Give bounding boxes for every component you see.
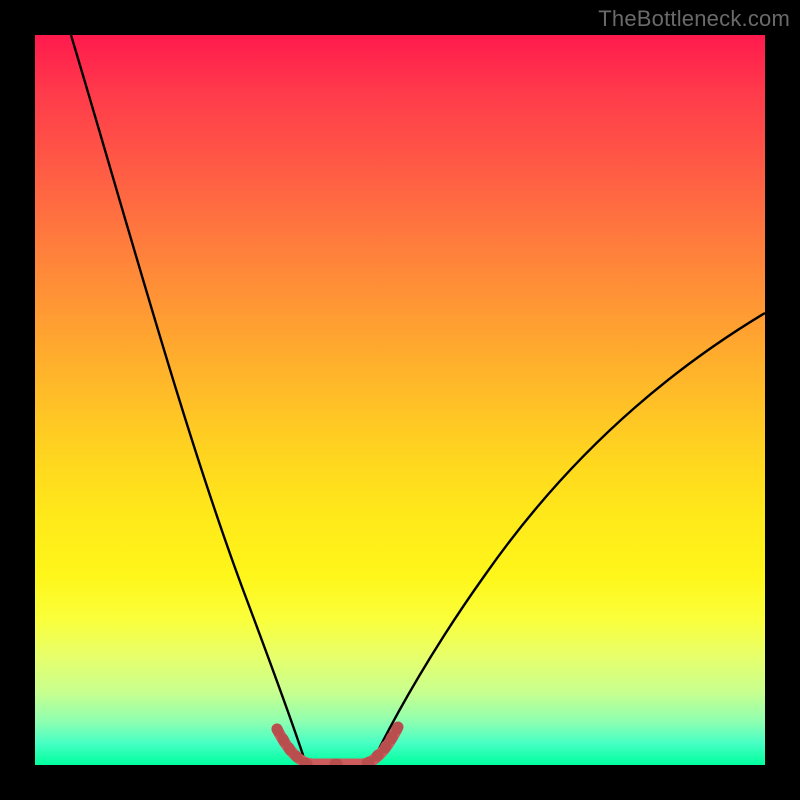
watermark-text: TheBottleneck.com: [598, 6, 790, 32]
chart-frame: TheBottleneck.com: [0, 0, 800, 800]
plot-area: [35, 35, 765, 765]
right-curve: [371, 313, 765, 765]
left-curve: [71, 35, 305, 765]
curve-overlay: [35, 35, 765, 765]
